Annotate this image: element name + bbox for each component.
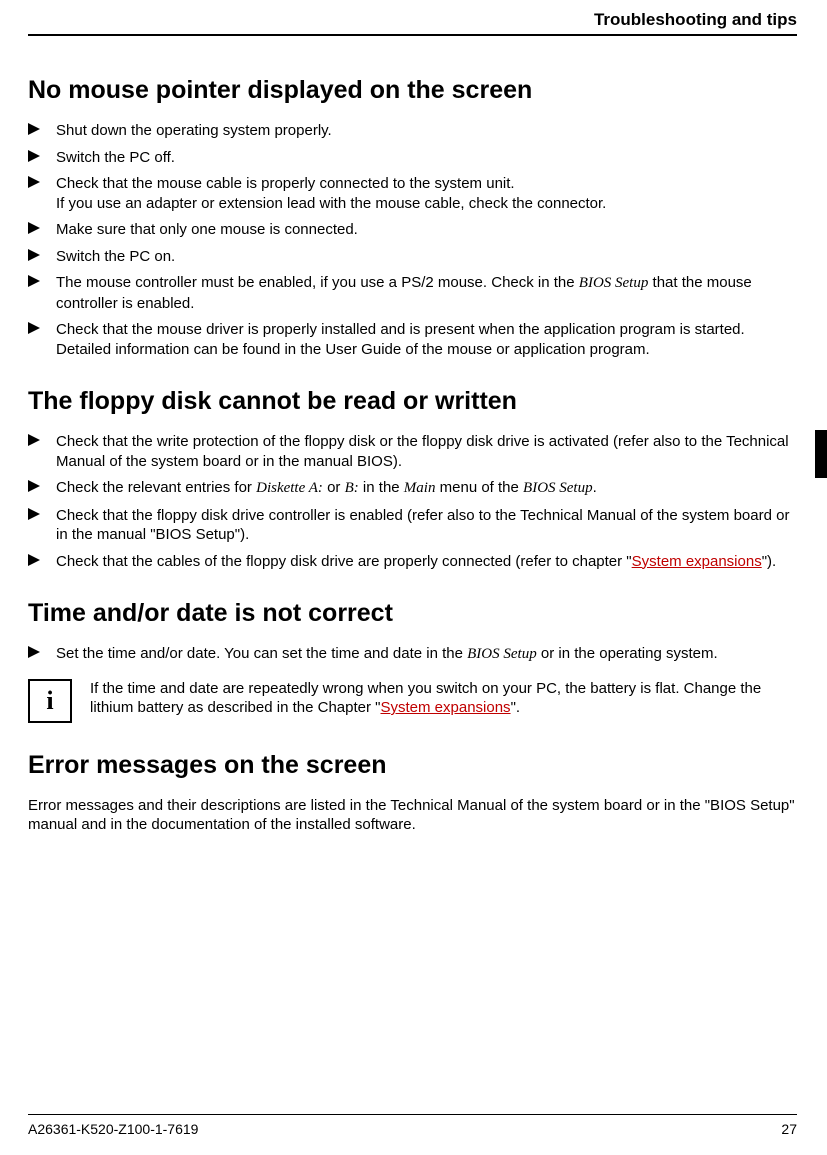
text-italic: Diskette A: xyxy=(256,480,323,496)
list-item: Check the relevant entries for Diskette … xyxy=(28,478,797,499)
text-part: or in the operating system. xyxy=(537,645,718,662)
bullet-arrow-icon xyxy=(28,273,56,287)
list-item: Check that the write protection of the f… xyxy=(28,432,797,471)
steps-floppy: Check that the write protection of the f… xyxy=(28,432,797,571)
page-header: Troubleshooting and tips xyxy=(28,10,797,36)
list-item: Set the time and/or date. You can set th… xyxy=(28,644,797,665)
list-item: Switch the PC on. xyxy=(28,247,797,267)
text-part: . xyxy=(593,479,597,496)
text-part: Set the time and/or date. You can set th… xyxy=(56,645,467,662)
bullet-arrow-icon xyxy=(28,478,56,492)
text-part: ". xyxy=(511,699,521,716)
text-italic: B: xyxy=(345,480,359,496)
text-part: in the xyxy=(359,479,404,496)
text-part: The mouse controller must be enabled, if… xyxy=(56,274,579,291)
text-italic: BIOS Setup xyxy=(467,646,537,662)
bullet-arrow-icon xyxy=(28,148,56,162)
text-line: If you use an adapter or extension lead … xyxy=(56,195,606,212)
bullet-arrow-icon xyxy=(28,220,56,234)
list-item: Make sure that only one mouse is connect… xyxy=(28,220,797,240)
info-icon: i xyxy=(28,679,72,723)
footer-page-number: 27 xyxy=(781,1121,797,1137)
list-item: Check that the floppy disk drive control… xyxy=(28,506,797,545)
list-item: Switch the PC off. xyxy=(28,148,797,168)
bullet-arrow-icon xyxy=(28,121,56,135)
page: Troubleshooting and tips No mouse pointe… xyxy=(0,0,827,1155)
bullet-arrow-icon xyxy=(28,432,56,446)
text-part: or xyxy=(323,479,345,496)
step-text: Check that the write protection of the f… xyxy=(56,432,797,471)
step-text: Check that the mouse driver is properly … xyxy=(56,320,797,359)
text-italic: Main xyxy=(404,480,436,496)
text-line: Check that the mouse cable is properly c… xyxy=(56,175,515,192)
text-part: menu of the xyxy=(435,479,523,496)
heading-time-date: Time and/or date is not correct xyxy=(28,599,797,628)
bullet-arrow-icon xyxy=(28,644,56,658)
link-system-expansions[interactable]: System expansions xyxy=(632,553,762,570)
heading-floppy: The floppy disk cannot be read or writte… xyxy=(28,387,797,416)
thumb-index-tab xyxy=(815,430,827,478)
heading-error-messages: Error messages on the screen xyxy=(28,751,797,780)
link-system-expansions[interactable]: System expansions xyxy=(380,699,510,716)
header-title: Troubleshooting and tips xyxy=(594,10,797,29)
footer-doc-id: A26361-K520-Z100-1-7619 xyxy=(28,1121,198,1137)
steps-no-mouse: Shut down the operating system properly.… xyxy=(28,121,797,359)
step-text: Check the relevant entries for Diskette … xyxy=(56,478,797,499)
heading-no-mouse: No mouse pointer displayed on the screen xyxy=(28,76,797,105)
text-part: "). xyxy=(762,553,777,570)
text-part: Check the relevant entries for xyxy=(56,479,256,496)
info-text: If the time and date are repeatedly wron… xyxy=(90,679,797,718)
body-text: Error messages and their descriptions ar… xyxy=(28,796,797,835)
bullet-arrow-icon xyxy=(28,506,56,520)
step-text: Switch the PC off. xyxy=(56,148,797,168)
bullet-arrow-icon xyxy=(28,552,56,566)
list-item: Check that the mouse cable is properly c… xyxy=(28,174,797,213)
list-item: Shut down the operating system properly. xyxy=(28,121,797,141)
list-item: Check that the mouse driver is properly … xyxy=(28,320,797,359)
text-italic: BIOS Setup xyxy=(579,275,649,291)
text-part: Check that the cables of the floppy disk… xyxy=(56,553,632,570)
step-text: Shut down the operating system properly. xyxy=(56,121,797,141)
page-footer: A26361-K520-Z100-1-7619 27 xyxy=(28,1114,797,1137)
step-text: The mouse controller must be enabled, if… xyxy=(56,273,797,313)
step-text: Make sure that only one mouse is connect… xyxy=(56,220,797,240)
list-item: Check that the cables of the floppy disk… xyxy=(28,552,797,572)
step-text: Switch the PC on. xyxy=(56,247,797,267)
list-item: The mouse controller must be enabled, if… xyxy=(28,273,797,313)
steps-time-date: Set the time and/or date. You can set th… xyxy=(28,644,797,665)
step-text: Check that the mouse cable is properly c… xyxy=(56,174,797,213)
info-box: i If the time and date are repeatedly wr… xyxy=(28,679,797,723)
step-text: Check that the cables of the floppy disk… xyxy=(56,552,797,572)
bullet-arrow-icon xyxy=(28,174,56,188)
bullet-arrow-icon xyxy=(28,247,56,261)
step-text: Check that the floppy disk drive control… xyxy=(56,506,797,545)
step-text: Set the time and/or date. You can set th… xyxy=(56,644,797,665)
text-italic: BIOS Setup xyxy=(523,480,593,496)
bullet-arrow-icon xyxy=(28,320,56,334)
